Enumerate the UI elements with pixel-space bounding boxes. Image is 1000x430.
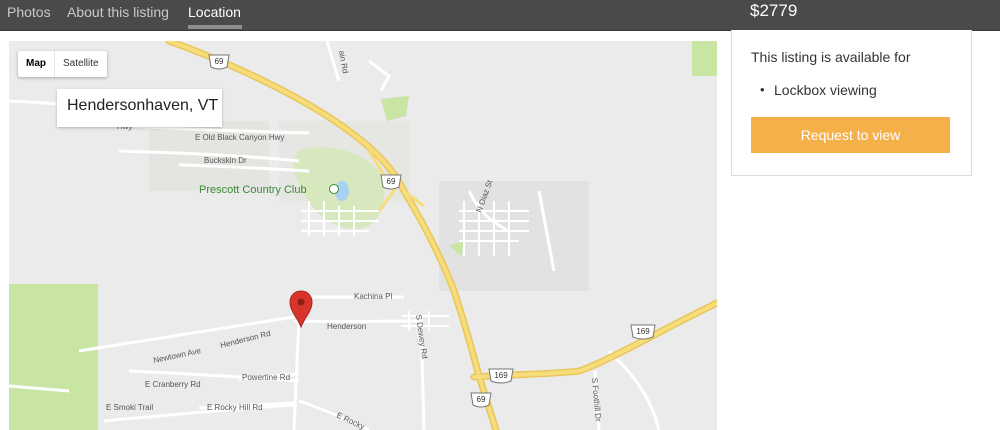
place-label: Prescott Country Club — [199, 184, 307, 196]
road-label: Powertine Rd — [242, 373, 290, 382]
park-area — [692, 41, 717, 76]
svg-text:69: 69 — [477, 395, 486, 404]
golf-course-icon — [329, 184, 339, 194]
top-nav-bar: Photos About this listing Location $2779 — [0, 0, 1000, 31]
road-label: E Old Black Canyon Hwy — [195, 133, 284, 142]
svg-text:169: 169 — [636, 327, 650, 336]
active-tab-indicator — [188, 25, 242, 29]
park-area — [9, 284, 98, 430]
highway-169-shield: 169 — [488, 368, 514, 384]
road-label: Buckskin Dr — [204, 156, 247, 165]
svg-text:169: 169 — [494, 371, 508, 380]
availability-panel: This listing is available for Lockbox vi… — [731, 30, 972, 176]
listing-price: $2779 — [750, 1, 798, 20]
location-label: Hendersonhaven, VT — [67, 97, 219, 114]
highway-69-shield: 69 — [208, 54, 230, 70]
map-type-satellite-button[interactable]: Satellite — [54, 51, 107, 77]
tab-photos[interactable]: Photos — [7, 4, 51, 20]
road-label: Henderson — [327, 322, 366, 331]
map-type-control: Map Satellite — [18, 51, 107, 77]
location-map[interactable]: 69 69 169 169 69 ain Rd Hwy E Old Black … — [9, 41, 717, 430]
tab-about-listing[interactable]: About this listing — [67, 4, 169, 20]
highway-69-shield: 69 — [380, 174, 402, 190]
road-label: E Rocky Hill Rd — [207, 403, 263, 412]
highway-169-shield: 169 — [630, 324, 656, 340]
highway-69-shield: 69 — [470, 392, 492, 408]
svg-text:69: 69 — [215, 57, 224, 66]
map-type-map-button[interactable]: Map — [18, 51, 54, 77]
location-label-box: Hendersonhaven, VT — [57, 89, 222, 127]
svg-text:69: 69 — [387, 177, 396, 186]
road-label: E Smoki Trail — [106, 403, 153, 412]
viewing-option-item: Lockbox viewing — [760, 82, 877, 98]
request-to-view-button[interactable]: Request to view — [751, 117, 950, 153]
availability-heading: This listing is available for — [751, 49, 911, 65]
tab-location[interactable]: Location — [188, 4, 241, 20]
road-label: Kachina Pl — [354, 292, 392, 301]
road-label: E Cranberry Rd — [145, 380, 201, 389]
